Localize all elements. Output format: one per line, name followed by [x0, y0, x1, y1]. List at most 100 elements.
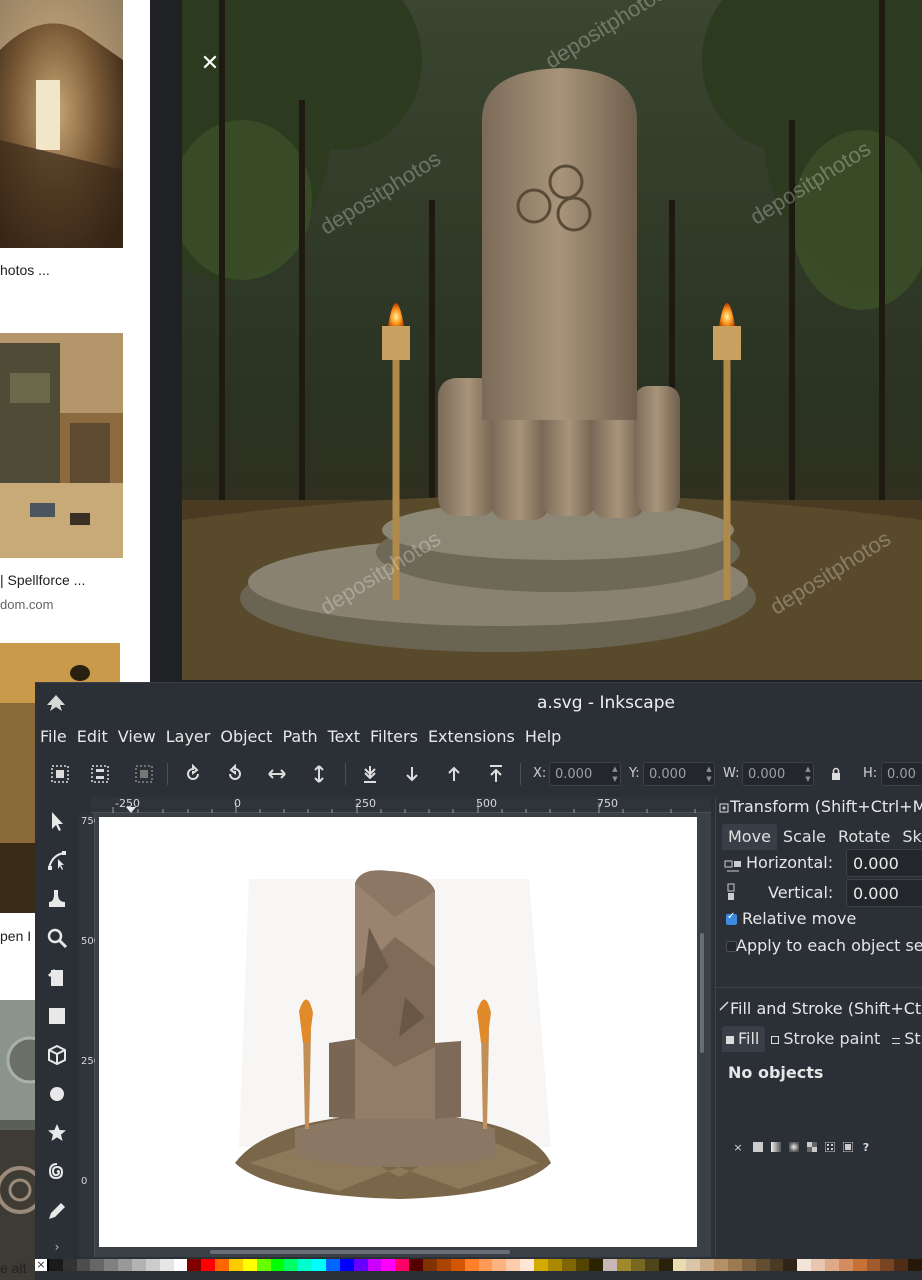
palette-swatch[interactable] — [436, 1259, 451, 1271]
menu-view[interactable]: View — [113, 723, 161, 751]
menu-help[interactable]: Help — [520, 723, 566, 751]
palette-swatch[interactable] — [894, 1259, 909, 1271]
palette-swatch[interactable] — [104, 1259, 119, 1271]
palette-swatch[interactable] — [90, 1259, 105, 1271]
selector-tool-icon[interactable] — [43, 807, 71, 835]
palette-swatch[interactable] — [644, 1259, 659, 1271]
menu-object[interactable]: Object — [215, 723, 277, 751]
tab-scale[interactable]: Scale — [777, 824, 832, 850]
rotate-ccw-icon[interactable] — [180, 761, 206, 787]
palette-swatch[interactable] — [353, 1259, 368, 1271]
menu-text[interactable]: Text — [323, 723, 365, 751]
x-spinner[interactable]: ▲ ▼ — [611, 764, 619, 784]
horizontal-scrollbar[interactable] — [210, 1250, 510, 1254]
horizontal-input[interactable] — [846, 849, 922, 877]
palette-swatch[interactable] — [617, 1259, 631, 1271]
tab-rotate[interactable]: Rotate — [832, 824, 896, 850]
linear-gradient-icon[interactable] — [770, 1142, 782, 1154]
raise-to-top-icon[interactable] — [483, 761, 509, 787]
palette-swatch[interactable] — [589, 1259, 604, 1271]
tab-fill[interactable]: Fill — [722, 1026, 766, 1052]
result-thumbnail[interactable] — [0, 0, 123, 248]
palette-swatch[interactable] — [908, 1259, 922, 1271]
palette-swatch[interactable] — [145, 1259, 160, 1271]
palette-swatch[interactable] — [700, 1259, 715, 1271]
palette-swatch[interactable] — [464, 1259, 479, 1271]
tab-stroke-style[interactable]: Stroke style — [886, 1026, 922, 1052]
tweak-tool-icon[interactable] — [43, 885, 71, 913]
chevron-down-icon[interactable]: › — [43, 1233, 71, 1261]
pencil-tool-icon[interactable] — [43, 1197, 71, 1225]
palette-swatch[interactable] — [367, 1259, 382, 1271]
palette-swatch[interactable] — [506, 1259, 521, 1271]
palette-swatch[interactable] — [824, 1259, 839, 1271]
palette-swatch[interactable] — [339, 1259, 354, 1271]
tab-move[interactable]: Move — [722, 824, 777, 850]
vertical-input[interactable] — [846, 879, 922, 907]
palette-swatch[interactable] — [381, 1259, 396, 1271]
menu-file[interactable]: File — [35, 723, 72, 751]
palette-swatch[interactable] — [132, 1259, 146, 1271]
result-caption[interactable]: hotos ... — [0, 262, 50, 278]
no-paint-icon[interactable]: × — [732, 1142, 744, 1154]
canvas[interactable] — [95, 813, 711, 1257]
palette-swatch[interactable] — [783, 1259, 798, 1271]
transform-dialog-title[interactable]: Transform (Shift+Ctrl+M) — [730, 797, 922, 816]
relative-move-checkbox[interactable] — [726, 911, 737, 925]
deselect-icon[interactable] — [131, 761, 157, 787]
palette-swatch[interactable] — [520, 1259, 534, 1271]
close-icon[interactable]: ✕ — [196, 50, 224, 78]
swatch-icon[interactable] — [842, 1141, 854, 1154]
menu-edit[interactable]: Edit — [72, 723, 113, 751]
flip-horizontal-icon[interactable] — [264, 761, 290, 787]
palette-swatch[interactable] — [769, 1259, 784, 1271]
palette-swatch[interactable] — [852, 1259, 867, 1271]
star-tool-icon[interactable] — [43, 1119, 71, 1147]
palette-swatch[interactable] — [450, 1259, 465, 1271]
flat-color-icon[interactable] — [752, 1142, 764, 1154]
palette-swatch[interactable] — [492, 1259, 507, 1271]
palette-swatch[interactable] — [533, 1259, 548, 1271]
menu-filters[interactable]: Filters — [365, 723, 423, 751]
palette-swatch[interactable] — [409, 1259, 424, 1271]
lock-icon[interactable] — [823, 761, 849, 787]
palette-swatch[interactable] — [866, 1259, 881, 1271]
palette-swatch[interactable] — [423, 1259, 437, 1271]
raise-icon[interactable] — [441, 761, 467, 787]
pattern-icon[interactable] — [824, 1141, 836, 1154]
palette-swatch[interactable] — [62, 1259, 77, 1271]
menu-layer[interactable]: Layer — [161, 723, 216, 751]
palette-swatch[interactable] — [630, 1259, 645, 1271]
palette-swatch[interactable] — [270, 1259, 285, 1271]
palette-swatch[interactable] — [797, 1259, 812, 1271]
palette-swatch[interactable] — [187, 1259, 202, 1271]
radial-gradient-icon[interactable] — [788, 1142, 800, 1154]
palette-swatch[interactable] — [575, 1259, 590, 1271]
h-input[interactable] — [881, 762, 922, 786]
image-preview[interactable]: depositphotos depositphotos depositphoto… — [182, 0, 922, 680]
rectangle-tool-icon[interactable] — [43, 1002, 71, 1030]
palette-swatch[interactable] — [118, 1259, 133, 1271]
palette-swatch[interactable] — [755, 1259, 770, 1271]
3d-box-tool-icon[interactable] — [43, 1041, 71, 1069]
palette-swatch[interactable] — [561, 1259, 576, 1271]
y-spinner[interactable]: ▲ ▼ — [705, 764, 713, 784]
tab-skew[interactable]: Skew — [896, 824, 922, 850]
palette-swatch[interactable] — [880, 1259, 895, 1271]
w-spinner[interactable]: ▲ ▼ — [804, 764, 812, 784]
flip-vertical-icon[interactable] — [306, 761, 332, 787]
no-color-swatch[interactable]: × — [35, 1259, 47, 1271]
measure-tool-icon[interactable] — [43, 963, 71, 991]
menu-path[interactable]: Path — [277, 723, 322, 751]
palette-swatch[interactable] — [242, 1259, 257, 1271]
palette-swatch[interactable] — [229, 1259, 243, 1271]
fill-stroke-dialog-title[interactable]: Fill and Stroke (Shift+Ctrl+F) — [730, 999, 922, 1018]
palette-swatch[interactable] — [658, 1259, 673, 1271]
unset-paint-icon[interactable]: ? — [860, 1142, 872, 1154]
palette-swatch[interactable] — [326, 1259, 340, 1271]
select-all-icon[interactable] — [47, 761, 73, 787]
palette-swatch[interactable] — [547, 1259, 562, 1271]
palette-swatch[interactable] — [173, 1259, 188, 1271]
palette-swatch[interactable] — [48, 1259, 63, 1271]
result-caption[interactable]: | Spellforce ... — [0, 572, 85, 588]
